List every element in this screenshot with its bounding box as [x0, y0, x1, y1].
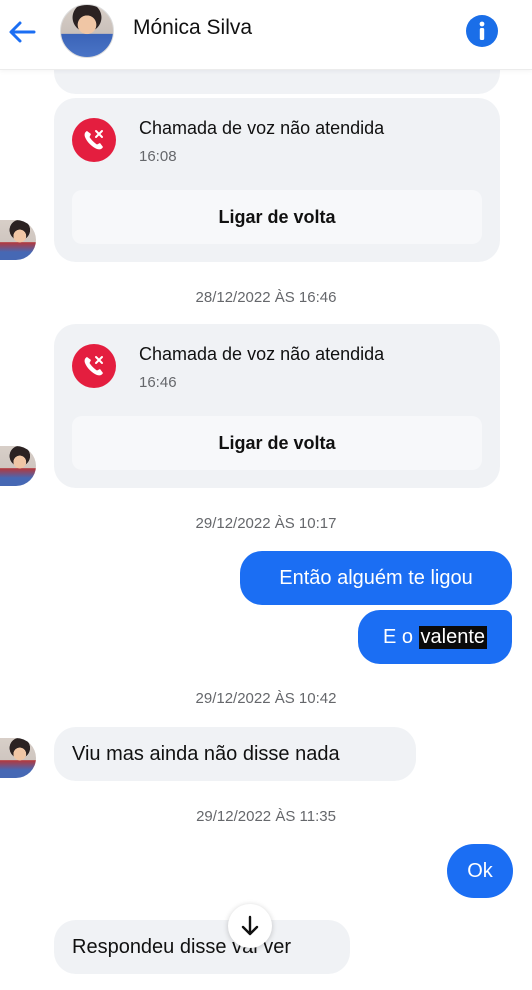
call-back-button[interactable]: Ligar de volta — [72, 416, 482, 470]
message-text: Então alguém te ligou — [279, 566, 473, 589]
call-title: Chamada de voz não atendida — [139, 344, 385, 364]
outgoing-message[interactable]: Ok — [447, 844, 513, 898]
info-icon — [479, 21, 485, 40]
message-text: E o — [382, 625, 413, 648]
incoming-message[interactable]: Respondeu disse vai ver — [54, 920, 350, 974]
call-time: 16:46 — [139, 374, 177, 391]
outgoing-message[interactable]: Então alguém te ligou — [240, 551, 512, 605]
timestamp: 28/12/2022 ÀS 16:46 — [195, 289, 337, 306]
call-title: Chamada de voz não atendida — [139, 118, 385, 138]
avatar — [0, 738, 36, 778]
missed-call-card: Chamada de voz não atendida 16:46 Ligar … — [54, 324, 500, 488]
missed-call-icon — [72, 118, 116, 162]
missed-call-card: Chamada de voz não atendida 16:08 Ligar … — [54, 98, 500, 262]
call-back-button[interactable]: Ligar de volta — [72, 190, 482, 244]
missed-call-icon — [72, 344, 116, 388]
contact-name[interactable]: Mónica Silva — [133, 16, 252, 40]
info-button[interactable] — [466, 15, 498, 47]
arrow-down-icon — [241, 915, 259, 936]
message-text: Viu mas ainda não disse nada — [72, 742, 340, 765]
scroll-to-bottom-button[interactable] — [228, 904, 272, 948]
chat-header: Mónica Silva — [0, 0, 532, 70]
avatar — [0, 220, 36, 260]
timestamp: 29/12/2022 ÀS 11:35 — [196, 808, 336, 825]
arrow-left-icon — [9, 21, 36, 43]
back-button[interactable] — [4, 14, 40, 50]
incoming-message[interactable]: Viu mas ainda não disse nada — [54, 727, 416, 781]
highlighted-text: valente — [418, 625, 488, 649]
call-time: 16:08 — [139, 148, 177, 165]
outgoing-message[interactable]: E o valente — [358, 610, 512, 664]
contact-avatar[interactable] — [60, 4, 114, 58]
timestamp: 29/12/2022 ÀS 10:17 — [195, 515, 337, 532]
message-text: Ok — [467, 859, 493, 882]
avatar — [0, 446, 36, 486]
timestamp: 29/12/2022 ÀS 10:42 — [195, 690, 337, 707]
